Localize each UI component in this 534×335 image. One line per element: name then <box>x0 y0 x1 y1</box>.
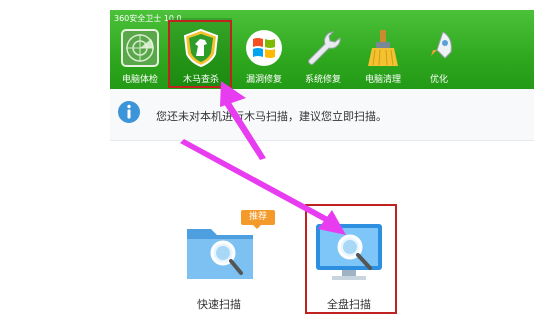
tab-system-repair[interactable]: 系统修复 <box>292 18 354 88</box>
trojan-tab-highlight <box>168 20 232 88</box>
recommended-badge: 推荐 <box>241 210 275 229</box>
full-scan-highlight <box>305 204 397 314</box>
info-message: 您还未对本机进行木马扫描，建议您立即扫描。 <box>156 110 387 123</box>
tab-computer-checkup[interactable]: 电脑体检 <box>109 18 171 88</box>
tab-label: 系统修复 <box>304 75 341 85</box>
quick-scan-button[interactable] <box>183 219 261 283</box>
tab-label: 漏洞修复 <box>245 75 282 85</box>
rocket-icon <box>431 31 452 59</box>
wrench-icon <box>308 31 341 65</box>
radar-icon <box>121 29 159 67</box>
info-icon <box>118 101 140 123</box>
quick-scan-label[interactable]: 快速扫描 <box>197 296 241 312</box>
app-window: 360安全卫士 10.0 电脑体检 木马查杀 漏洞修复 系统修复 电脑清理 优化… <box>0 0 534 335</box>
tab-label: 电脑体检 <box>121 75 158 85</box>
tab-label: 优化 <box>429 75 448 85</box>
tab-computer-cleanup[interactable]: 电脑清理 <box>352 18 414 88</box>
tab-label: 电脑清理 <box>364 75 401 85</box>
windows-logo-icon <box>246 30 282 66</box>
tab-vulnerability-fix[interactable]: 漏洞修复 <box>233 18 295 88</box>
tab-optimize[interactable]: 优化 <box>408 18 470 88</box>
broom-icon <box>368 30 398 66</box>
